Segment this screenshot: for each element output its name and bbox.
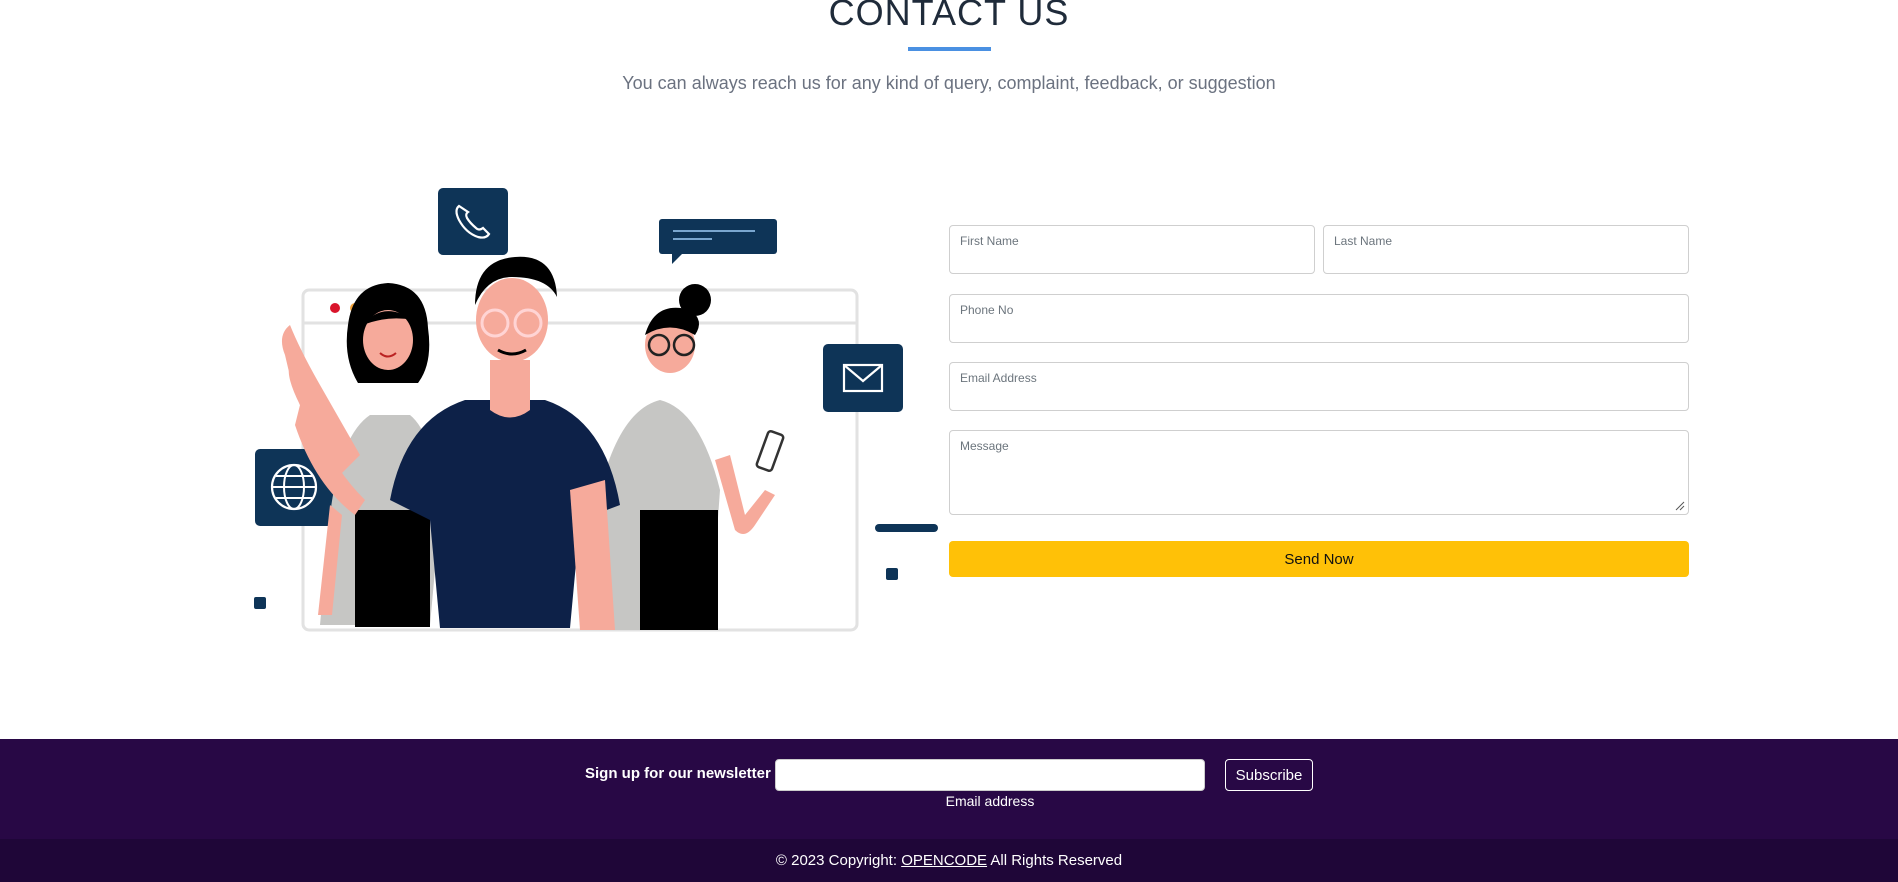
email-label: Email Address — [960, 371, 1037, 385]
footer-brand-link[interactable]: OPENCODE — [901, 852, 987, 869]
phone-input[interactable] — [950, 317, 1688, 340]
message-field[interactable]: Message — [949, 430, 1689, 515]
decor-dash — [875, 524, 938, 532]
newsletter-email-help: Email address — [945, 793, 1035, 809]
envelope-icon — [823, 344, 903, 412]
chat-bubble-icon — [659, 219, 777, 264]
message-textarea[interactable] — [950, 453, 1688, 512]
resize-grip-icon[interactable] — [1675, 501, 1685, 511]
first-name-input[interactable] — [950, 248, 1314, 271]
email-input[interactable] — [950, 385, 1688, 408]
page-subtitle: You can always reach us for any kind of … — [622, 73, 1276, 93]
page-title: CONTACT US — [828, 0, 1070, 33]
message-label: Message — [960, 439, 1009, 453]
phone-icon — [438, 188, 508, 255]
last-name-input[interactable] — [1324, 248, 1688, 271]
footer: © 2023 Copyright: OPENCODE All Rights Re… — [0, 839, 1898, 882]
first-name-label: First Name — [960, 234, 1019, 248]
footer-copyright-prefix: © 2023 Copyright: — [775, 852, 898, 869]
footer-rights-suffix: All Rights Reserved — [990, 852, 1123, 869]
last-name-label: Last Name — [1334, 234, 1393, 248]
phone-label: Phone No — [960, 303, 1014, 317]
email-field[interactable]: Email Address — [949, 362, 1689, 411]
decor-square-right — [886, 568, 898, 580]
send-now-button[interactable]: Send Now — [949, 541, 1689, 577]
phone-field[interactable]: Phone No — [949, 294, 1689, 343]
newsletter-section: Sign up for our newsletter Email address… — [0, 739, 1898, 839]
contact-illustration — [254, 188, 938, 632]
window-dot-red — [330, 303, 340, 313]
newsletter-email-input[interactable] — [775, 759, 1205, 791]
title-underline — [908, 47, 991, 51]
decor-square-left — [254, 597, 266, 609]
last-name-field[interactable]: Last Name — [1323, 225, 1689, 274]
newsletter-label: Sign up for our newsletter — [585, 765, 771, 782]
first-name-field[interactable]: First Name — [949, 225, 1315, 274]
subscribe-button[interactable]: Subscribe — [1225, 759, 1313, 791]
